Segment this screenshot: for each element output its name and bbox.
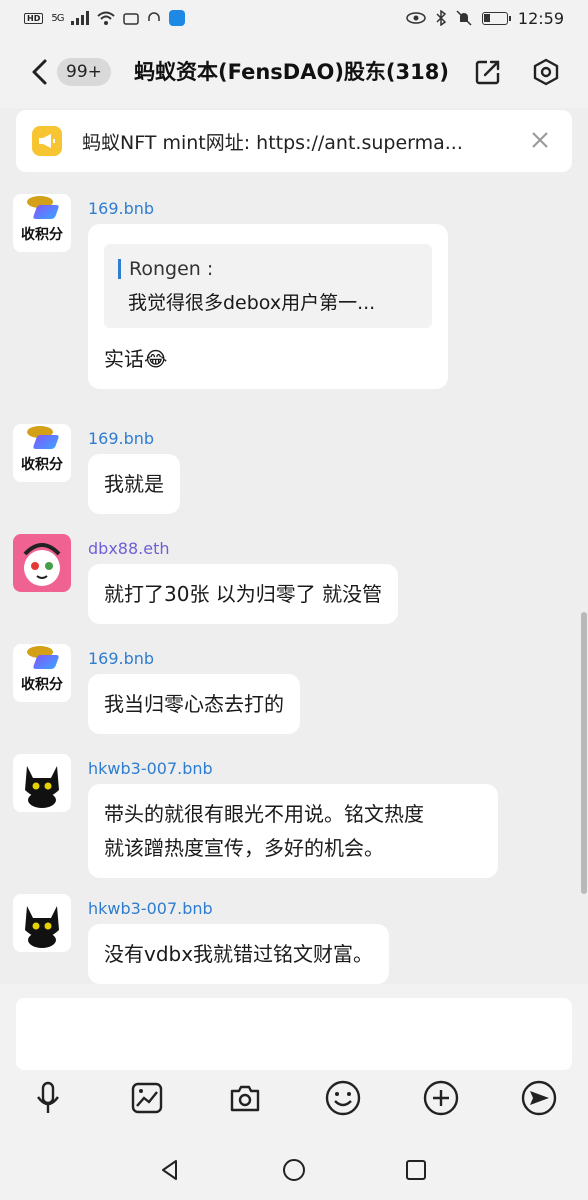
message-list[interactable]: 收积分 169.bnb Rongen : 我觉得很多debox用户第一... 实… bbox=[0, 186, 588, 984]
avatar[interactable] bbox=[13, 534, 71, 592]
sender-name[interactable]: hkwb3-007.bnb bbox=[88, 759, 213, 778]
mute-icon bbox=[456, 10, 472, 26]
message-bubble[interactable]: 没有vdbx我就错过铭文财富。 bbox=[88, 924, 390, 984]
megaphone-icon bbox=[32, 126, 62, 156]
pinned-notice[interactable]: 蚂蚁NFT mint网址: https://ant.superma... bbox=[16, 110, 572, 172]
system-nav-bar bbox=[0, 1140, 588, 1200]
notice-text[interactable]: 蚂蚁NFT mint网址: https://ant.superma... bbox=[82, 128, 510, 155]
wifi-icon bbox=[97, 11, 116, 25]
tv-icon bbox=[123, 13, 140, 25]
message-text-line: 就该蹭热度宣传，多好的机会。 bbox=[104, 836, 384, 860]
avatar[interactable] bbox=[13, 754, 71, 812]
message-bubble[interactable]: Rongen : 我觉得很多debox用户第一... 实话😂 bbox=[88, 224, 448, 389]
back-triangle-icon[interactable] bbox=[158, 1158, 182, 1182]
input-toolbar bbox=[0, 1078, 588, 1122]
chat-header: 99+ 蚂蚁资本(FensDAO)股东(318) bbox=[0, 36, 588, 108]
chevron-left-icon[interactable] bbox=[28, 58, 52, 86]
quoted-message[interactable]: Rongen : 我觉得很多debox用户第一... bbox=[104, 244, 432, 328]
scrollbar[interactable] bbox=[581, 612, 587, 894]
close-icon[interactable] bbox=[528, 128, 552, 152]
message-text: 没有vdbx我就错过铭文财富。 bbox=[104, 942, 374, 966]
avatar[interactable]: 收积分 bbox=[13, 194, 71, 252]
image-icon[interactable] bbox=[127, 1078, 167, 1118]
message-input[interactable] bbox=[16, 998, 572, 1070]
quote-sender: Rongen : bbox=[129, 258, 214, 280]
input-area bbox=[0, 984, 588, 1140]
message-bubble[interactable]: 就打了30张 以为归零了 就没管 bbox=[88, 564, 399, 624]
sender-name[interactable]: 169.bnb bbox=[88, 429, 154, 448]
microphone-icon[interactable] bbox=[28, 1078, 68, 1118]
message-text: 我就是 bbox=[104, 472, 164, 496]
camera-icon[interactable] bbox=[225, 1078, 265, 1118]
plus-icon[interactable] bbox=[421, 1078, 461, 1118]
message-bubble[interactable]: 带头的就很有眼光不用说。铭文热度 就该蹭热度宣传，多好的机会。 bbox=[88, 784, 498, 878]
sender-name[interactable]: 169.bnb bbox=[88, 649, 154, 668]
hd-indicator: HD bbox=[24, 12, 44, 24]
headset-icon bbox=[148, 12, 161, 21]
eye-icon bbox=[406, 12, 426, 24]
sender-name[interactable]: hkwb3-007.bnb bbox=[88, 899, 213, 918]
app-notification-icon bbox=[169, 10, 186, 26]
page-title: 蚂蚁资本(FensDAO)股东(318) bbox=[134, 60, 449, 84]
message-bubble[interactable]: 我就是 bbox=[88, 454, 180, 514]
message-text-line: 带头的就很有眼光不用说。铭文热度 bbox=[104, 802, 424, 826]
status-time: 12:59 bbox=[517, 8, 564, 28]
bluetooth-icon bbox=[436, 10, 446, 26]
sender-name[interactable]: dbx88.eth bbox=[88, 539, 169, 558]
avatar[interactable]: 收积分 bbox=[13, 644, 71, 702]
hexagon-settings-icon[interactable] bbox=[532, 58, 560, 86]
message-text: 我当归零心态去打的 bbox=[104, 692, 284, 716]
unread-count-badge[interactable]: 99+ bbox=[57, 58, 111, 86]
home-circle-icon[interactable] bbox=[282, 1158, 306, 1182]
signal-icon bbox=[71, 11, 90, 25]
network-label: 5G bbox=[51, 12, 64, 24]
emoji-icon[interactable] bbox=[323, 1078, 363, 1118]
avatar[interactable]: 收积分 bbox=[13, 424, 71, 482]
status-bar: HD 5G 12:59 bbox=[0, 0, 588, 36]
message-bubble[interactable]: 我当归零心态去打的 bbox=[88, 674, 300, 734]
avatar[interactable] bbox=[13, 894, 71, 952]
send-icon[interactable] bbox=[519, 1078, 559, 1118]
message-text: 实话😂 bbox=[104, 347, 168, 371]
battery-icon bbox=[481, 11, 511, 25]
recents-square-icon[interactable] bbox=[404, 1158, 428, 1182]
sender-name[interactable]: 169.bnb bbox=[88, 199, 154, 218]
message-text: 就打了30张 以为归零了 就没管 bbox=[104, 582, 383, 606]
share-icon[interactable] bbox=[474, 58, 502, 86]
quote-text: 我觉得很多debox用户第一... bbox=[128, 292, 376, 314]
